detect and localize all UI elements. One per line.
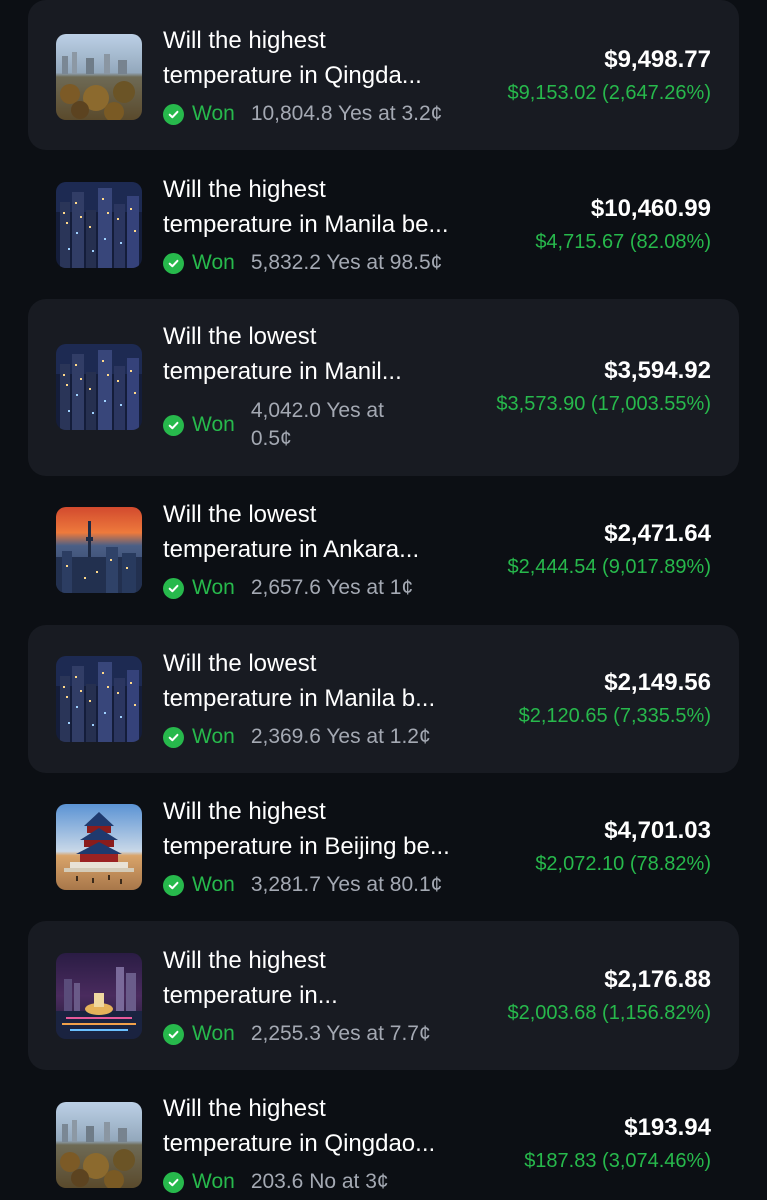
shares-info: 4,042.0 Yes at 0.5¢	[250, 399, 384, 450]
position-row[interactable]: Will the highest temperature in Manila b…	[28, 150, 739, 298]
check-circle-icon	[163, 252, 184, 274]
ankara-city-thumbnail	[56, 507, 142, 593]
position-row[interactable]: Will the highest temperature in Qingdao.…	[28, 1070, 739, 1200]
position-value: $193.94	[624, 1114, 711, 1141]
position-row[interactable]: Will the lowest temperature in Ankara...…	[28, 477, 739, 625]
position-pnl: $2,444.54 (9,017.89%)	[507, 556, 712, 578]
position-value: $2,176.88	[604, 966, 711, 993]
position-value: $10,460.99	[590, 195, 711, 222]
position-meta: Won 2,369.6 Yes at 1.2¢	[163, 724, 431, 750]
position-meta: Won 10,804.8 Yes at 3.2¢	[163, 101, 442, 127]
market-title[interactable]: Will the highest temperature in Manila b…	[163, 172, 493, 242]
position-pnl: $2,003.68 (1,156.82%)	[507, 1002, 712, 1024]
check-circle-icon	[163, 103, 184, 125]
position-row[interactable]: Will the lowest temperature in Manila b.…	[28, 625, 739, 773]
shares-info: 2,369.6 Yes at 1.2¢	[250, 725, 431, 748]
shares-info: 203.6 No at 3¢	[250, 1170, 389, 1193]
market-title[interactable]: Will the lowest temperature in Manila b.…	[163, 646, 493, 716]
status-label: Won	[192, 576, 235, 599]
status-label: Won	[192, 1170, 235, 1193]
position-meta: Won 2,255.3 Yes at 7.7¢	[163, 1021, 431, 1047]
qingdao-city-thumbnail	[56, 34, 142, 120]
market-title[interactable]: Will the highest temperature in...	[163, 943, 493, 1013]
position-meta: Won 4,042.0 Yes at 0.5¢	[163, 395, 421, 455]
status-label: Won	[192, 1022, 235, 1045]
manila-city-thumbnail	[56, 182, 142, 268]
check-circle-icon	[163, 874, 184, 896]
market-title[interactable]: Will the lowest temperature in Manil...	[163, 319, 493, 389]
status-label: Won	[192, 251, 235, 274]
position-value: $9,498.77	[604, 46, 711, 73]
position-meta: Won 5,832.2 Yes at 98.5¢	[163, 250, 442, 276]
position-pnl: $2,120.65 (7,335.5%)	[518, 705, 711, 727]
position-row[interactable]: Will the highest temperature in Qingda..…	[28, 0, 739, 150]
check-circle-icon	[163, 1023, 184, 1045]
singapore-city-thumbnail	[56, 953, 142, 1039]
positions-list: Will the highest temperature in Qingda..…	[0, 0, 767, 1200]
shares-info: 2,255.3 Yes at 7.7¢	[250, 1022, 431, 1045]
position-row[interactable]: Will the highest temperature in Beijing …	[28, 773, 739, 921]
market-title[interactable]: Will the lowest temperature in Ankara...	[163, 497, 493, 567]
position-meta: Won 3,281.7 Yes at 80.1¢	[163, 872, 442, 898]
status-label: Won	[192, 102, 235, 125]
beijing-temple-thumbnail	[56, 804, 142, 890]
shares-info: 2,657.6 Yes at 1¢	[250, 576, 414, 599]
position-value: $4,701.03	[604, 817, 711, 844]
check-circle-icon	[163, 726, 184, 748]
position-pnl: $3,573.90 (17,003.55%)	[496, 393, 711, 415]
manila-city-thumbnail	[56, 656, 142, 742]
position-value: $2,149.56	[604, 669, 711, 696]
position-meta: Won 203.6 No at 3¢	[163, 1169, 389, 1195]
position-pnl: $187.83 (3,074.46%)	[524, 1150, 711, 1172]
market-title[interactable]: Will the highest temperature in Qingdao.…	[163, 1091, 493, 1161]
check-circle-icon	[163, 1171, 184, 1193]
status-label: Won	[192, 725, 235, 748]
position-row[interactable]: Will the highest temperature in... Won 2…	[28, 921, 739, 1070]
check-circle-icon	[163, 577, 184, 599]
position-value: $2,471.64	[604, 520, 711, 547]
position-row[interactable]: Will the lowest temperature in Manil... …	[28, 299, 739, 476]
status-label: Won	[192, 413, 235, 436]
position-value: $3,594.92	[604, 357, 711, 384]
shares-info: 10,804.8 Yes at 3.2¢	[250, 102, 443, 125]
market-title[interactable]: Will the highest temperature in Beijing …	[163, 794, 493, 864]
manila-city-thumbnail	[56, 344, 142, 430]
status-label: Won	[192, 873, 235, 896]
market-title[interactable]: Will the highest temperature in Qingda..…	[163, 23, 493, 93]
position-meta: Won 2,657.6 Yes at 1¢	[163, 575, 413, 601]
check-circle-icon	[163, 414, 184, 436]
qingdao-city-thumbnail	[56, 1102, 142, 1188]
position-pnl: $4,715.67 (82.08%)	[535, 231, 711, 253]
position-pnl: $9,153.02 (2,647.26%)	[507, 82, 712, 104]
shares-info: 3,281.7 Yes at 80.1¢	[250, 873, 443, 896]
shares-info: 5,832.2 Yes at 98.5¢	[250, 251, 443, 274]
position-pnl: $2,072.10 (78.82%)	[535, 853, 711, 875]
